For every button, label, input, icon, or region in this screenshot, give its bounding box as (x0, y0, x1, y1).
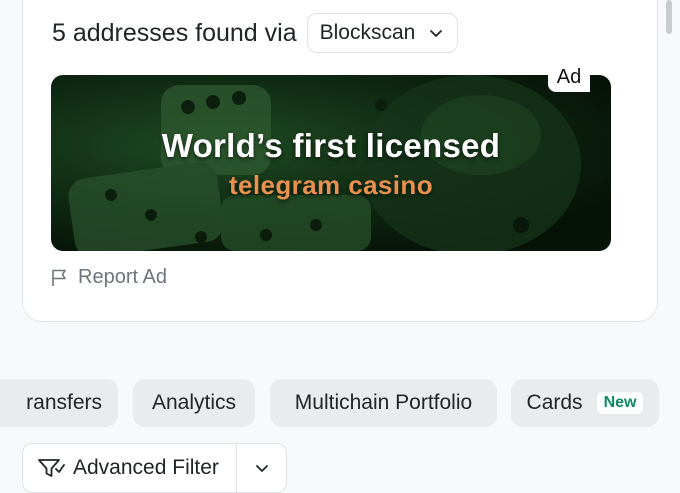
tab-label: ransfers (26, 391, 102, 414)
section-tabs: ransfers Analytics Multichain Portfolio … (0, 379, 680, 429)
tab-cards[interactable]: Cards New (511, 379, 659, 427)
filter-icon (38, 459, 65, 477)
report-ad-link[interactable]: Report Ad (50, 266, 167, 289)
scrollbar-thumb[interactable] (666, 0, 672, 34)
ad-headline: World’s first licensed (161, 127, 501, 164)
chevron-down-icon (255, 465, 268, 472)
ad-subline: telegram casino (229, 170, 433, 200)
advanced-filter-toggle[interactable] (237, 444, 286, 492)
new-badge: New (596, 392, 644, 414)
advanced-filter-group: Advanced Filter (22, 443, 287, 493)
advanced-filter-button[interactable]: Advanced Filter (23, 444, 237, 492)
tab-label: Cards (526, 391, 583, 414)
ad-banner[interactable]: World’s first licensed telegram casino (51, 75, 611, 251)
ad-label-badge: Ad (548, 62, 590, 92)
flag-icon (52, 269, 66, 286)
tab-analytics[interactable]: Analytics (133, 379, 255, 427)
chevron-down-icon (430, 30, 443, 37)
tab-multichain-portfolio[interactable]: Multichain Portfolio (270, 379, 497, 427)
source-select-value: Blockscan (319, 21, 416, 44)
report-ad-label: Report Ad (78, 266, 167, 288)
tab-transfers[interactable]: ransfers (0, 379, 118, 427)
advanced-filter-label: Advanced Filter (73, 456, 219, 479)
tab-label: Analytics (151, 391, 237, 414)
addresses-found-line: 5 addresses found via Blockscan (52, 13, 459, 53)
tab-label: Multichain Portfolio (294, 391, 473, 414)
source-select[interactable]: Blockscan (306, 13, 459, 53)
addresses-found-text: 5 addresses found via (52, 18, 297, 47)
